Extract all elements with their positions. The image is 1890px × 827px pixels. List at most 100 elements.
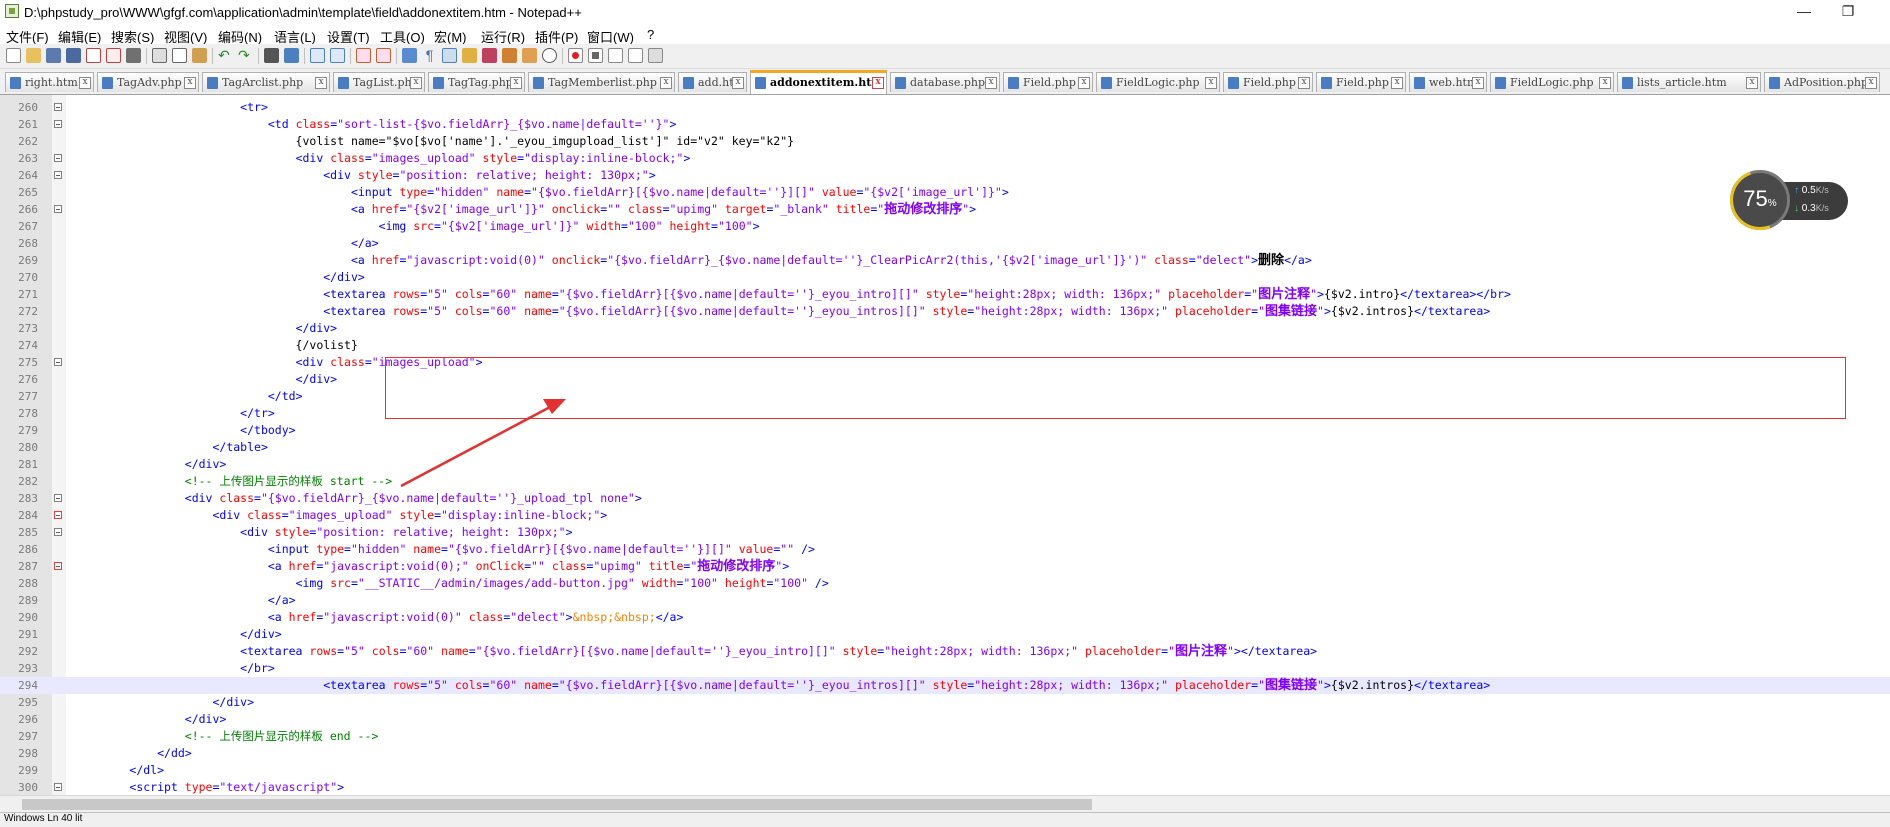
zoom-in-icon[interactable] (310, 48, 325, 63)
fold-toggle-icon[interactable] (54, 120, 62, 128)
fold-toggle-icon[interactable] (54, 783, 62, 791)
function-list-icon[interactable] (502, 48, 517, 63)
tab-close-icon[interactable]: x (985, 77, 997, 89)
tab-close-icon[interactable]: x (1205, 77, 1217, 89)
save-icon[interactable] (46, 48, 61, 63)
tab-close-icon[interactable]: x (315, 77, 327, 89)
code-line[interactable]: 262 {volist name="$vo[$vo['name'].'_eyou… (0, 133, 1890, 150)
code-line[interactable]: 278 </tr> (0, 405, 1890, 422)
paste-icon[interactable] (192, 48, 207, 63)
close-file-icon[interactable] (86, 48, 101, 63)
fold-toggle-icon[interactable] (54, 358, 62, 366)
tab-close-icon[interactable]: x (410, 77, 422, 89)
scrollbar-thumb[interactable] (22, 799, 1092, 810)
code-line[interactable]: 276 </div> (0, 371, 1890, 388)
tab-add-htm[interactable]: add.htm x (678, 72, 747, 92)
sync-horizontal-icon[interactable] (376, 48, 391, 63)
tab-close-icon[interactable]: x (732, 77, 744, 89)
open-file-icon[interactable] (26, 48, 41, 63)
document-map-icon[interactable] (482, 48, 497, 63)
code-line[interactable]: 296 </div> (0, 711, 1890, 728)
fold-toggle-icon[interactable] (54, 511, 62, 519)
code-line[interactable]: 261 <td class="sort-list-{$vo.fieldArr}_… (0, 116, 1890, 133)
code-editor[interactable]: 260 <tr> 261 <td class="sort-list-{$vo.fi… (0, 95, 1890, 795)
code-line[interactable]: 290 <a href="javascript:void(0)" class="… (0, 609, 1890, 626)
tab-field-php[interactable]: Field.php x (1316, 72, 1406, 92)
close-all-icon[interactable] (106, 48, 121, 63)
code-line[interactable]: 286 <input type="hidden" name="{$vo.fiel… (0, 541, 1890, 558)
save-macro-icon[interactable] (648, 48, 663, 63)
code-line[interactable]: 297 <!-- 上传图片显示的样板 end --> (0, 728, 1890, 745)
tab-close-icon[interactable]: x (872, 77, 884, 89)
tab-lists-article-htm[interactable]: lists_article.htm x (1617, 72, 1761, 92)
code-line[interactable]: 269 <a href = "javascript:void(0)" onclick… (0, 252, 1890, 269)
network-speed-widget[interactable]: 75% ↑ 0.5K/s ↓ 0.3K/s (1730, 170, 1850, 232)
fold-toggle-icon[interactable] (54, 205, 62, 213)
tab-fieldlogic-php[interactable]: FieldLogic.php x (1096, 72, 1220, 92)
tab-close-icon[interactable]: x (660, 77, 672, 89)
fold-toggle-icon[interactable] (54, 528, 62, 536)
code-line[interactable]: 264 <div style="position: relative; heig… (0, 167, 1890, 184)
code-line[interactable]: 273 </div> (0, 320, 1890, 337)
tab-tagarclist-php[interactable]: TagArclist.php x (202, 72, 330, 92)
tab-close-icon[interactable]: x (1865, 77, 1877, 89)
fold-toggle-icon[interactable] (54, 171, 62, 179)
play-macro-icon[interactable] (608, 48, 623, 63)
tab-close-icon[interactable]: x (1298, 77, 1310, 89)
code-line[interactable]: 272 <textarea rows="5" cols="60" name="{… (0, 303, 1890, 320)
restore-button[interactable]: ❐ (1826, 0, 1870, 24)
fold-toggle-icon[interactable] (54, 154, 62, 162)
code-line[interactable]: 287 <a href = "javascript:void(0);" onClic… (0, 558, 1890, 575)
fold-toggle-icon[interactable] (54, 103, 62, 111)
tab-adposition-php[interactable]: AdPosition.php x (1764, 72, 1880, 92)
tab-addonextitem-htm[interactable]: addonextitem.htm x (750, 70, 887, 94)
user-language-icon[interactable] (462, 48, 477, 63)
tab-field-php[interactable]: Field.php x (1003, 72, 1093, 92)
folder-workspace-icon[interactable] (522, 48, 537, 63)
code-line[interactable]: 295 </div> (0, 694, 1890, 711)
code-line[interactable]: 270 </div> (0, 269, 1890, 286)
code-line[interactable]: 277 </td> (0, 388, 1890, 405)
undo-icon[interactable]: ↶ (218, 48, 233, 63)
code-line[interactable]: 265 <input type="hidden" name="{$vo.fiel… (0, 184, 1890, 201)
sync-vertical-icon[interactable] (356, 48, 371, 63)
replace-icon[interactable] (284, 48, 299, 63)
tab-close-icon[interactable]: x (1078, 77, 1090, 89)
code-line[interactable]: 263 <div class="images_upload" style="di… (0, 150, 1890, 167)
code-line[interactable]: 299 </dl> (0, 762, 1890, 779)
tab-right-htm[interactable]: right.htm x (5, 72, 94, 92)
tab-field-php[interactable]: Field.php x (1223, 72, 1313, 92)
code-line[interactable]: 275 <div class="images_upload"> (0, 354, 1890, 371)
tab-tagmemberlist-php[interactable]: TagMemberlist.php x (528, 72, 675, 92)
monitoring-icon[interactable] (542, 48, 557, 63)
code-line[interactable]: 281 </div> (0, 456, 1890, 473)
record-macro-icon[interactable] (568, 48, 583, 63)
code-line[interactable]: 292 <textarea rows="5" cols="60" name="{… (0, 643, 1890, 660)
tab-close-icon[interactable]: x (1391, 77, 1403, 89)
code-line[interactable]: 267 <img src="{$v2['image_url']}" width=… (0, 218, 1890, 235)
indent-guide-icon[interactable] (442, 48, 457, 63)
code-line[interactable]: 298 </dd> (0, 745, 1890, 762)
tab-database-php[interactable]: database.php x (890, 72, 1000, 92)
tab-close-icon[interactable]: x (1746, 77, 1758, 89)
copy-icon[interactable] (172, 48, 187, 63)
tab-close-icon[interactable]: x (1472, 77, 1484, 89)
save-all-icon[interactable] (66, 48, 81, 63)
code-line[interactable]: 280 </table> (0, 439, 1890, 456)
horizontal-scrollbar[interactable] (0, 795, 1890, 813)
tab-close-icon[interactable]: x (79, 77, 91, 89)
redo-icon[interactable]: ↷ (238, 48, 253, 63)
code-line[interactable]: 288 <img src="__STATIC__/admin/images/ad… (0, 575, 1890, 592)
print-icon[interactable] (126, 48, 141, 63)
cut-icon[interactable] (152, 48, 167, 63)
code-line[interactable]: 289 </a> (0, 592, 1890, 609)
code-line[interactable]: 274 {/volist} (0, 337, 1890, 354)
run-macro-multiple-icon[interactable] (628, 48, 643, 63)
stop-macro-icon[interactable] (588, 48, 603, 63)
code-line[interactable]: 271 <textarea rows="5" cols="60" name="{… (0, 286, 1890, 303)
tab-tagadv-php[interactable]: TagAdv.php x (97, 72, 199, 92)
fold-toggle-icon[interactable] (54, 562, 62, 570)
code-line[interactable]: 268 </a> (0, 235, 1890, 252)
code-line[interactable]: 283 <div class="{$vo.fieldArr}_{$vo.name… (0, 490, 1890, 507)
fold-toggle-icon[interactable] (54, 494, 62, 502)
